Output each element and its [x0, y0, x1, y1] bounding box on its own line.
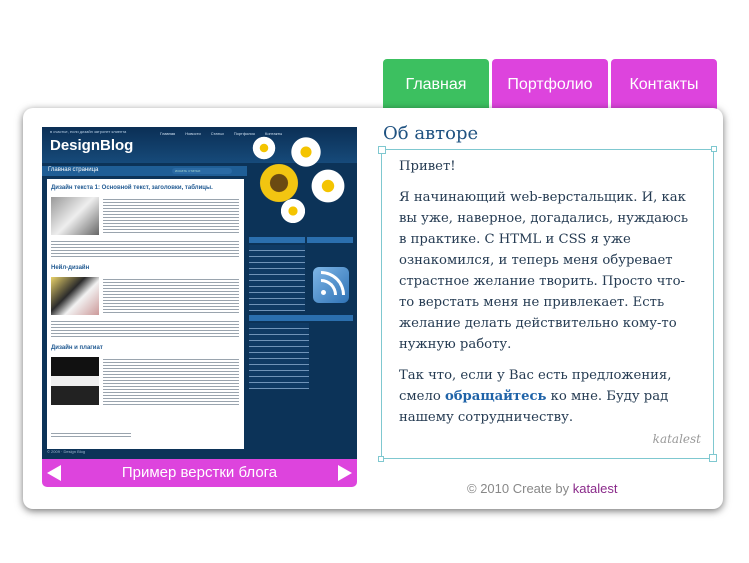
- tab-home[interactable]: Главная: [383, 59, 489, 115]
- about-title: Об авторе: [383, 123, 479, 144]
- preview-thumbnail: [51, 277, 99, 315]
- preview-nav-item: Новости: [185, 131, 201, 136]
- preview-search: искать статьи: [172, 168, 232, 174]
- preview-nav-item: Статьи: [210, 131, 224, 136]
- preview-sidebar-links: [249, 245, 305, 311]
- blog-preview-image[interactable]: в счастье, если дизайн затронет клиента …: [42, 127, 357, 459]
- preview-footer: © 2009 · Design Blog: [47, 449, 86, 454]
- daisy-image: [309, 167, 347, 205]
- main-nav: Главная Портфолио Контакты: [383, 59, 717, 115]
- author-link[interactable]: katalest: [573, 481, 618, 496]
- tab-portfolio[interactable]: Портфолио: [492, 59, 608, 115]
- preview-tagline: в счастье, если дизайн затронет клиента: [50, 129, 127, 134]
- about-paragraph: Я начинающий web-верстальщик. И, как вы …: [399, 190, 689, 352]
- about-greeting: Привет!: [399, 159, 456, 174]
- preview-text-lines: [51, 319, 239, 337]
- preview-text-lines: [103, 197, 239, 235]
- preview-pagination: [51, 431, 131, 437]
- preview-content: Дизайн текста 1: Основной текст, заголов…: [47, 179, 244, 449]
- preview-article-title: Дизайн и плагиат: [51, 345, 103, 351]
- preview-sidebar-links: [249, 323, 309, 389]
- preview-text-lines: [103, 277, 239, 315]
- about-body: Привет! Я начинающий web-верстальщик. И,…: [399, 156, 694, 438]
- preview-nav-item: Главная: [160, 131, 176, 136]
- daisy-image: [289, 135, 323, 169]
- preview-sidebar: [249, 127, 357, 459]
- preview-article-title: Дизайн текста 1: Основной текст, заголов…: [51, 185, 213, 191]
- copyright: © 2010 Create by katalest: [467, 481, 618, 496]
- preview-sidebar-heading: [307, 237, 353, 243]
- rss-icon: [313, 267, 349, 303]
- preview-article-title: Нейл-дизайн: [51, 265, 90, 271]
- about-paragraph: Так что, если у Вас есть предложения, см…: [399, 365, 694, 428]
- preview-thumbnail: [51, 197, 99, 235]
- preview-section-heading: Главная страница: [48, 167, 99, 173]
- tab-contacts[interactable]: Контакты: [611, 59, 717, 115]
- daisy-image: [251, 135, 277, 161]
- preview-text-lines: [103, 357, 239, 405]
- copyright-text: © 2010 Create by: [467, 481, 570, 496]
- preview-sidebar-heading: [249, 237, 305, 243]
- signature: katalest: [652, 432, 701, 446]
- preview-text-lines: [51, 239, 239, 257]
- arrow-right-icon[interactable]: [338, 465, 352, 481]
- preview-logo: DesignBlog: [50, 137, 134, 154]
- main-card: в счастье, если дизайн затронет клиента …: [23, 108, 723, 509]
- about-frame: Привет! Я начинающий web-верстальщик. И,…: [378, 146, 717, 462]
- contact-link[interactable]: обращайтесь: [445, 389, 547, 404]
- preview-caption: Пример верстки блога: [121, 464, 278, 481]
- daisy-image: [279, 197, 307, 225]
- preview-sidebar-heading: [249, 315, 353, 321]
- preview-thumbnail: [51, 357, 99, 405]
- preview-caption-bar: Пример верстки блога: [42, 459, 357, 487]
